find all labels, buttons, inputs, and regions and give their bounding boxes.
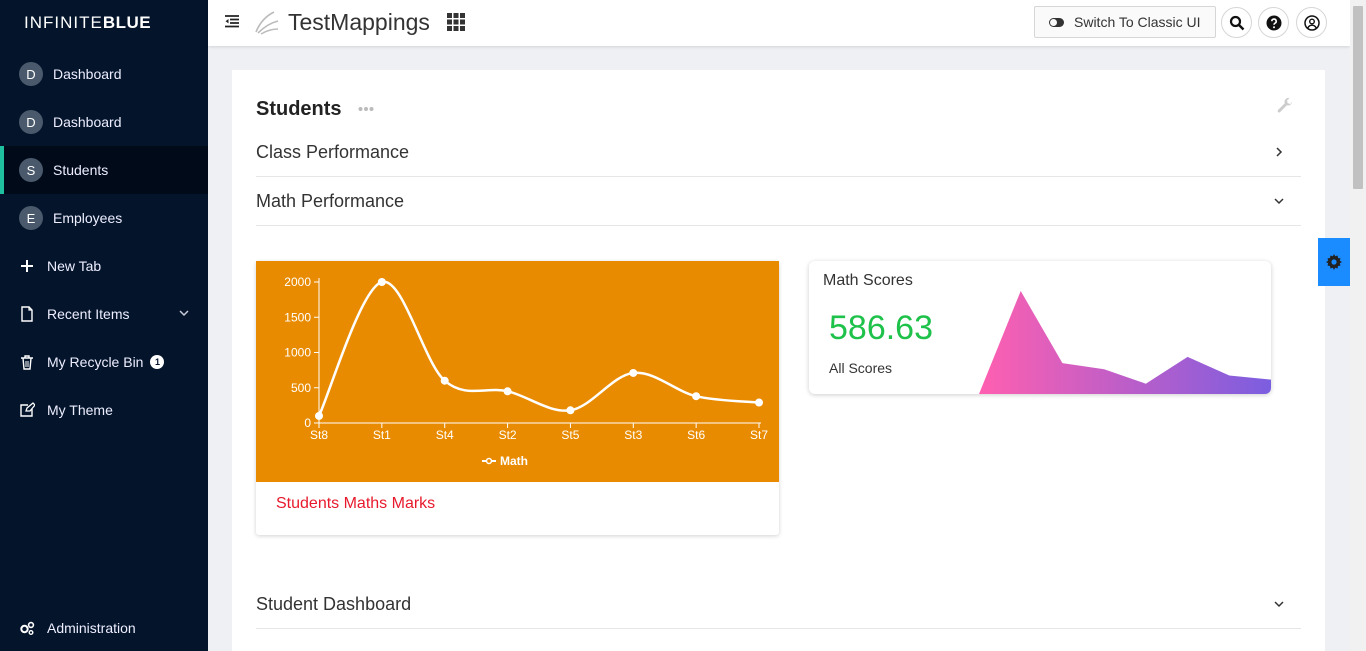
settings-panel-button[interactable] xyxy=(1318,238,1350,286)
sidebar-item-label: Employees xyxy=(53,210,123,226)
section-class-performance[interactable]: Class Performance xyxy=(256,128,1301,177)
avatar: S xyxy=(19,158,43,182)
y-tick-label: 500 xyxy=(291,381,311,395)
y-tick-label: 1500 xyxy=(284,310,311,324)
sidebar-item-label: Recent Items xyxy=(47,306,130,322)
sidebar-item-administration[interactable]: Administration xyxy=(19,620,136,636)
page-title: Students xyxy=(256,98,342,120)
data-point[interactable] xyxy=(629,368,638,377)
section-title: Class Performance xyxy=(256,141,410,162)
gear-icon xyxy=(1326,254,1342,270)
y-tick-label: 1000 xyxy=(284,346,311,360)
x-tick-label: St1 xyxy=(373,428,391,442)
sidebar-item-my-theme[interactable]: My Theme xyxy=(0,386,208,434)
chart-axes: 0500100015002000St8 St1 St4 St2 St5 St3 St6 St7 xyxy=(284,275,768,442)
math-scores-card: Math Scores 586.63 All Scores xyxy=(809,261,1271,394)
sidebar-item-label: Students xyxy=(53,162,109,178)
data-point[interactable] xyxy=(755,398,763,407)
score-subtitle: All Scores xyxy=(829,360,893,376)
chart-caption-link[interactable]: Students Maths Marks xyxy=(276,495,435,513)
data-point[interactable] xyxy=(692,392,701,401)
section-student-dashboard[interactable]: Student Dashboard xyxy=(256,580,1301,629)
plus-icon xyxy=(19,258,35,274)
switch-classic-ui-label: Switch To Classic UI xyxy=(1074,14,1201,30)
line-chart: 0500100015002000St8 St1 St4 St2 St5 St3 St6 St7… xyxy=(284,275,768,468)
avatar: D xyxy=(19,110,43,134)
search-icon xyxy=(1229,15,1244,30)
x-tick-label: St8 xyxy=(310,428,328,442)
sidebar-item-label: My Theme xyxy=(47,402,113,418)
edit-icon xyxy=(19,402,35,418)
x-tick-label: St7 xyxy=(750,428,768,442)
data-point[interactable] xyxy=(503,387,512,396)
sidebar-item-recent-items[interactable]: Recent Items xyxy=(0,290,208,338)
apps-grid-icon[interactable] xyxy=(447,13,465,31)
toggle-icon xyxy=(1049,17,1064,27)
scrollbar-thumb[interactable] xyxy=(1353,6,1363,189)
x-tick-label: St3 xyxy=(624,428,642,442)
avatar: D xyxy=(19,62,43,86)
x-tick-label: St2 xyxy=(499,428,517,442)
menu-toggle-icon[interactable] xyxy=(224,13,240,29)
sparkline-area xyxy=(979,291,1271,394)
y-tick-label: 2000 xyxy=(284,275,311,289)
user-account-button[interactable] xyxy=(1296,7,1327,38)
sidebar-item-new-tab[interactable]: New Tab xyxy=(0,242,208,290)
file-icon xyxy=(19,306,35,322)
x-tick-label: St5 xyxy=(561,428,579,442)
chevron-down-icon[interactable] xyxy=(1273,195,1285,207)
section-title: Student Dashboard xyxy=(256,593,412,614)
help-button[interactable] xyxy=(1258,7,1289,38)
score-card-title: Math Scores xyxy=(823,272,913,289)
sidebar-item-students[interactable]: S Students xyxy=(0,146,208,194)
data-point[interactable] xyxy=(440,376,449,385)
sidebar-item-recycle-bin[interactable]: My Recycle Bin 1 xyxy=(0,338,208,386)
sidebar: INFINITEBLUE D Dashboard D Dashboard S S… xyxy=(0,0,208,651)
help-icon xyxy=(1266,15,1281,30)
data-point[interactable] xyxy=(315,411,323,420)
score-value: 586.63 xyxy=(829,309,933,347)
legend-label: Math xyxy=(500,454,528,468)
data-point[interactable] xyxy=(566,406,575,415)
section-math-performance[interactable]: Math Performance xyxy=(256,177,1301,226)
chevron-right-icon[interactable] xyxy=(1273,146,1285,158)
count-badge: 1 xyxy=(150,355,165,369)
trash-icon xyxy=(19,354,35,370)
sidebar-item-label: My Recycle Bin xyxy=(47,354,144,370)
switch-classic-ui-button[interactable]: Switch To Classic UI xyxy=(1034,6,1216,38)
more-options-icon[interactable] xyxy=(358,106,374,112)
x-tick-label: St6 xyxy=(687,428,705,442)
brand-logo[interactable]: INFINITEBLUE xyxy=(24,13,151,33)
sidebar-item-label: Dashboard xyxy=(53,114,122,130)
main-content-card: Students Class Performance Math Performa… xyxy=(232,70,1325,651)
user-circle-icon xyxy=(1303,14,1320,31)
chart-legend[interactable]: Math xyxy=(482,454,528,468)
sidebar-nav: D Dashboard D Dashboard S Students E Emp… xyxy=(0,50,208,434)
app-logo-icon xyxy=(255,11,279,35)
page-scrollbar[interactable] xyxy=(1350,0,1366,651)
chart-area: 0 500 1000 1500 2000 St8 St1 St4 St2 St5 St3 St6 St7… xyxy=(256,261,779,482)
x-tick-label: St4 xyxy=(436,428,454,442)
topbar: TestMappings Switch To Classic UI xyxy=(208,0,1350,46)
search-button[interactable] xyxy=(1221,7,1252,38)
wrench-icon[interactable] xyxy=(1276,97,1294,115)
students-maths-chart-card: 0 500 1000 1500 2000 St8 St1 St4 St2 St5 St3 St6 St7… xyxy=(256,261,779,535)
score-sparkline xyxy=(979,291,1271,394)
cogs-icon xyxy=(19,620,35,636)
chevron-down-icon[interactable] xyxy=(178,307,190,319)
sidebar-item-dashboard-1[interactable]: D Dashboard xyxy=(0,50,208,98)
legend-swatch-dot xyxy=(485,457,493,465)
sidebar-item-label: New Tab xyxy=(47,258,102,274)
app-title: TestMappings xyxy=(288,9,430,35)
sidebar-item-employees[interactable]: E Employees xyxy=(0,194,208,242)
sidebar-item-label: Administration xyxy=(47,620,136,636)
avatar: E xyxy=(19,206,43,230)
sidebar-item-dashboard-2[interactable]: D Dashboard xyxy=(0,98,208,146)
chevron-down-icon[interactable] xyxy=(1273,598,1285,610)
section-title: Math Performance xyxy=(256,190,405,211)
sidebar-item-label: Dashboard xyxy=(53,66,122,82)
data-point[interactable] xyxy=(377,278,386,286)
